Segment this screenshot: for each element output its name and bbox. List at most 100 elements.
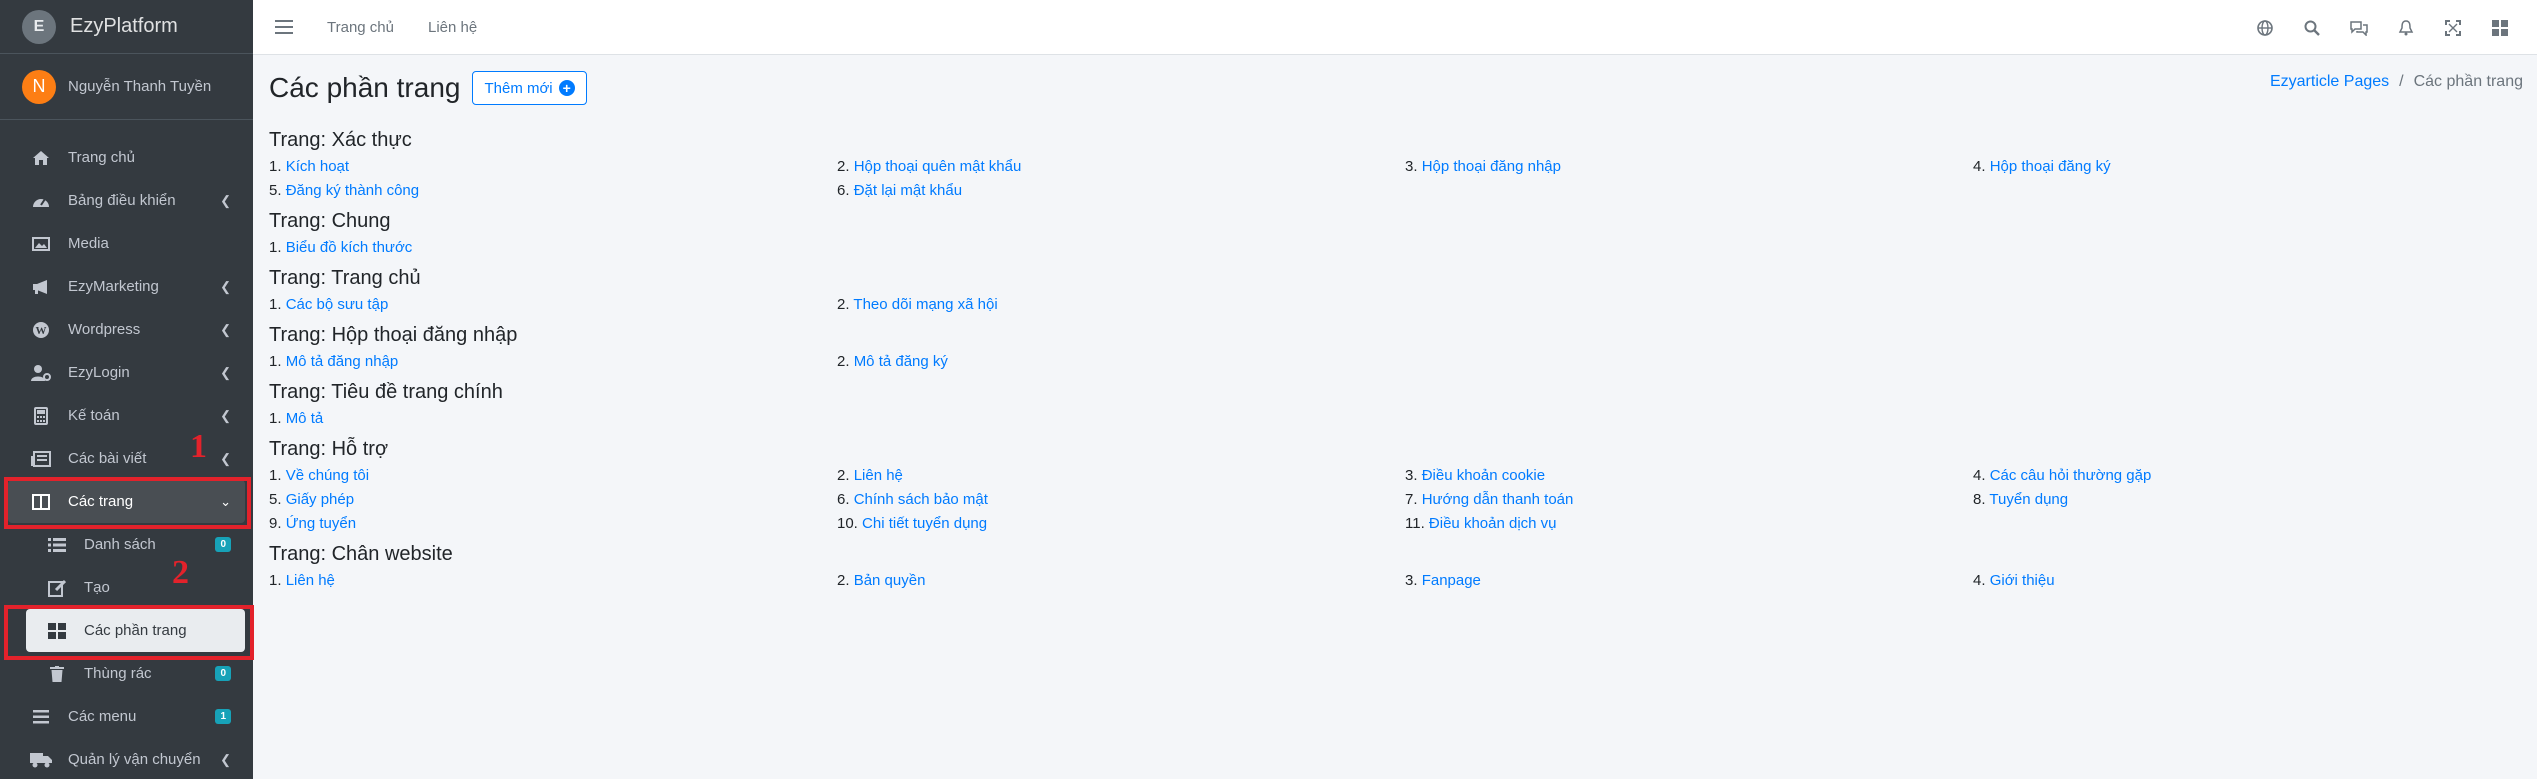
sidebar-item-menus[interactable]: Các menu 1 [0, 695, 253, 738]
brand-name: EzyPlatform [70, 15, 178, 37]
section-items-grid: 1. Kích hoạt 2. Hộp thoại quên mật khẩu 3.… [269, 158, 2523, 202]
page-section-link[interactable]: Liên hệ [854, 467, 903, 484]
page-section-link[interactable]: Giới thiệu [1990, 572, 2055, 589]
page-section-link[interactable]: Giấy phép [286, 491, 354, 508]
sidebar-item-dashboard[interactable]: Bảng điều khiển ❮ [0, 179, 253, 222]
item-number: 2. [837, 572, 850, 589]
page-section-link[interactable]: Kích hoạt [286, 158, 349, 175]
page-section-link[interactable]: Hộp thoại đăng nhập [1422, 158, 1561, 175]
sidebar-item-ezymarketing[interactable]: EzyMarketing ❮ [0, 265, 253, 308]
brand[interactable]: E EzyPlatform [0, 0, 253, 54]
item-number: 2. [837, 353, 850, 370]
sidebar-item-home[interactable]: Trang chủ [0, 136, 253, 179]
item-number: 6. [837, 182, 850, 199]
item-number: 3. [1405, 572, 1418, 589]
add-new-button[interactable]: Thêm mới + [472, 71, 587, 105]
section-items-grid: 1. Biểu đồ kích thước [269, 239, 2523, 259]
chevron-left-icon: ❮ [220, 321, 231, 337]
page-section-link[interactable]: Theo dõi mạng xã hội [853, 296, 997, 313]
list-item: 6. Đặt lại mật khẩu [837, 182, 1405, 202]
sidebar-item-label: EzyLogin [68, 364, 130, 381]
page-section-link[interactable]: Về chúng tôi [286, 467, 369, 484]
list-item: 4. Hộp thoại đăng ký [1973, 158, 2537, 178]
navbar-right [2241, 0, 2523, 55]
section-title: Trang: Tiêu đề trang chính [269, 381, 503, 403]
count-badge: 0 [215, 666, 231, 681]
list-icon [46, 535, 68, 555]
item-number: 3. [1405, 467, 1418, 484]
section-items-grid: 1. Liên hệ 2. Bản quyền 3. Fanpage 4. Giới … [269, 572, 2523, 592]
sidebar-item-label: Tạo [84, 579, 110, 596]
sidebar-item-label: EzyMarketing [68, 278, 159, 295]
search-icon[interactable] [2288, 0, 2335, 55]
page-section-link[interactable]: Điều khoản cookie [1422, 467, 1545, 484]
item-number: 1. [269, 296, 282, 313]
page-section-link[interactable]: Mô tả đăng ký [854, 353, 948, 370]
page-section-link[interactable]: Mô tả [286, 410, 324, 427]
page-section-link[interactable]: Đặt lại mật khẩu [854, 182, 962, 199]
sidebar-item-label: Media [68, 235, 109, 252]
page-section-link[interactable]: Điều khoản dịch vụ [1429, 515, 1557, 532]
fullscreen-icon[interactable] [2429, 0, 2476, 55]
list-item: 8. Tuyển dụng [1973, 491, 2537, 511]
breadcrumb-link[interactable]: Ezyarticle Pages [2270, 73, 2389, 91]
list-item: 10. Chi tiết tuyển dụng [837, 515, 1405, 535]
language-globe-icon[interactable] [2241, 0, 2288, 55]
page-section-link[interactable]: Tuyển dụng [1989, 491, 2068, 508]
page-section-link[interactable]: Fanpage [1422, 572, 1481, 589]
list-item: 1. Về chúng tôi [269, 467, 837, 487]
list-item: 11. Điều khoản dịch vụ [1405, 515, 1973, 535]
nav-link-contact[interactable]: Liên hệ [428, 19, 477, 36]
sidebar-item-label: Danh sách [84, 536, 156, 553]
sidebar-item-wordpress[interactable]: W Wordpress ❮ [0, 308, 253, 351]
item-number: 5. [269, 182, 282, 199]
page-section-link[interactable]: Đăng ký thành công [286, 182, 419, 199]
bell-icon[interactable] [2382, 0, 2429, 55]
sidebar-item-label: Wordpress [68, 321, 141, 338]
page-section-link[interactable]: Liên hệ [286, 572, 335, 589]
sidebar-item-ezylogin[interactable]: EzyLogin ❮ [0, 351, 253, 394]
breadcrumb: Ezyarticle Pages / Các phần trang [2270, 73, 2523, 91]
item-number: 1. [269, 467, 282, 484]
item-number: 4. [1973, 572, 1986, 589]
page-section-link[interactable]: Các bộ sưu tập [286, 296, 389, 313]
truck-icon [30, 750, 52, 770]
page-section-link[interactable]: Biểu đồ kích thước [286, 239, 413, 256]
apps-grid-icon[interactable] [2476, 0, 2523, 55]
page-section-link[interactable]: Hộp thoại đăng ký [1990, 158, 2111, 175]
nav-link-home[interactable]: Trang chủ [327, 19, 394, 36]
sidebar-item-shipping[interactable]: Quản lý vận chuyển ❮ [0, 738, 253, 779]
dashboard-icon [30, 191, 52, 211]
page-section-link[interactable]: Hộp thoại quên mật khẩu [854, 158, 1022, 175]
chevron-left-icon: ❮ [220, 278, 231, 294]
section-title: Trang: Chân website [269, 543, 453, 565]
page-section-link[interactable]: Chính sách bảo mật [854, 491, 988, 508]
sidebar-item-articles[interactable]: Các bài viết ❮ [0, 437, 253, 480]
content-header: Các phần trang Thêm mới + Ezyarticle Pag… [269, 55, 2523, 121]
sidebar-item-label: Kế toán [68, 407, 120, 424]
menu-toggle-icon[interactable] [275, 20, 293, 34]
page-section-link[interactable]: Các câu hỏi thường gặp [1990, 467, 2152, 484]
item-number: 3. [1405, 158, 1418, 175]
page-section-link[interactable]: Mô tả đăng nhập [286, 353, 399, 370]
avatar: N [22, 69, 56, 104]
list-item: 9. Ứng tuyển [269, 515, 837, 535]
page-sections-list: Trang: Xác thực 1. Kích hoạt 2. Hộp thoại … [269, 129, 2523, 592]
page-section-link[interactable]: Ứng tuyển [286, 515, 356, 532]
sidebar-item-media[interactable]: Media [0, 222, 253, 265]
user-panel[interactable]: N Nguyễn Thanh Tuyền [0, 54, 253, 120]
list-item: 4. Giới thiệu [1973, 572, 2537, 592]
page-section-link[interactable]: Chi tiết tuyển dụng [862, 515, 987, 532]
messages-icon[interactable] [2335, 0, 2382, 55]
calculator-icon [30, 406, 52, 426]
page-section-link[interactable]: Bản quyền [854, 572, 926, 589]
page-section-link[interactable]: Hướng dẫn thanh toán [1422, 491, 1574, 508]
sidebar-item-accounting[interactable]: Kế toán ❮ [0, 394, 253, 437]
item-number: 5. [269, 491, 282, 508]
sidebar-subitem-list[interactable]: Danh sách 0 [16, 523, 253, 566]
sidebar-subitem-create[interactable]: Tạo [16, 566, 253, 609]
main-content: Các phần trang Thêm mới + Ezyarticle Pag… [253, 55, 2537, 779]
item-number: 8. [1973, 491, 1986, 508]
sidebar: E EzyPlatform N Nguyễn Thanh Tuyền Trang… [0, 0, 253, 779]
list-item: 7. Hướng dẫn thanh toán [1405, 491, 1973, 511]
